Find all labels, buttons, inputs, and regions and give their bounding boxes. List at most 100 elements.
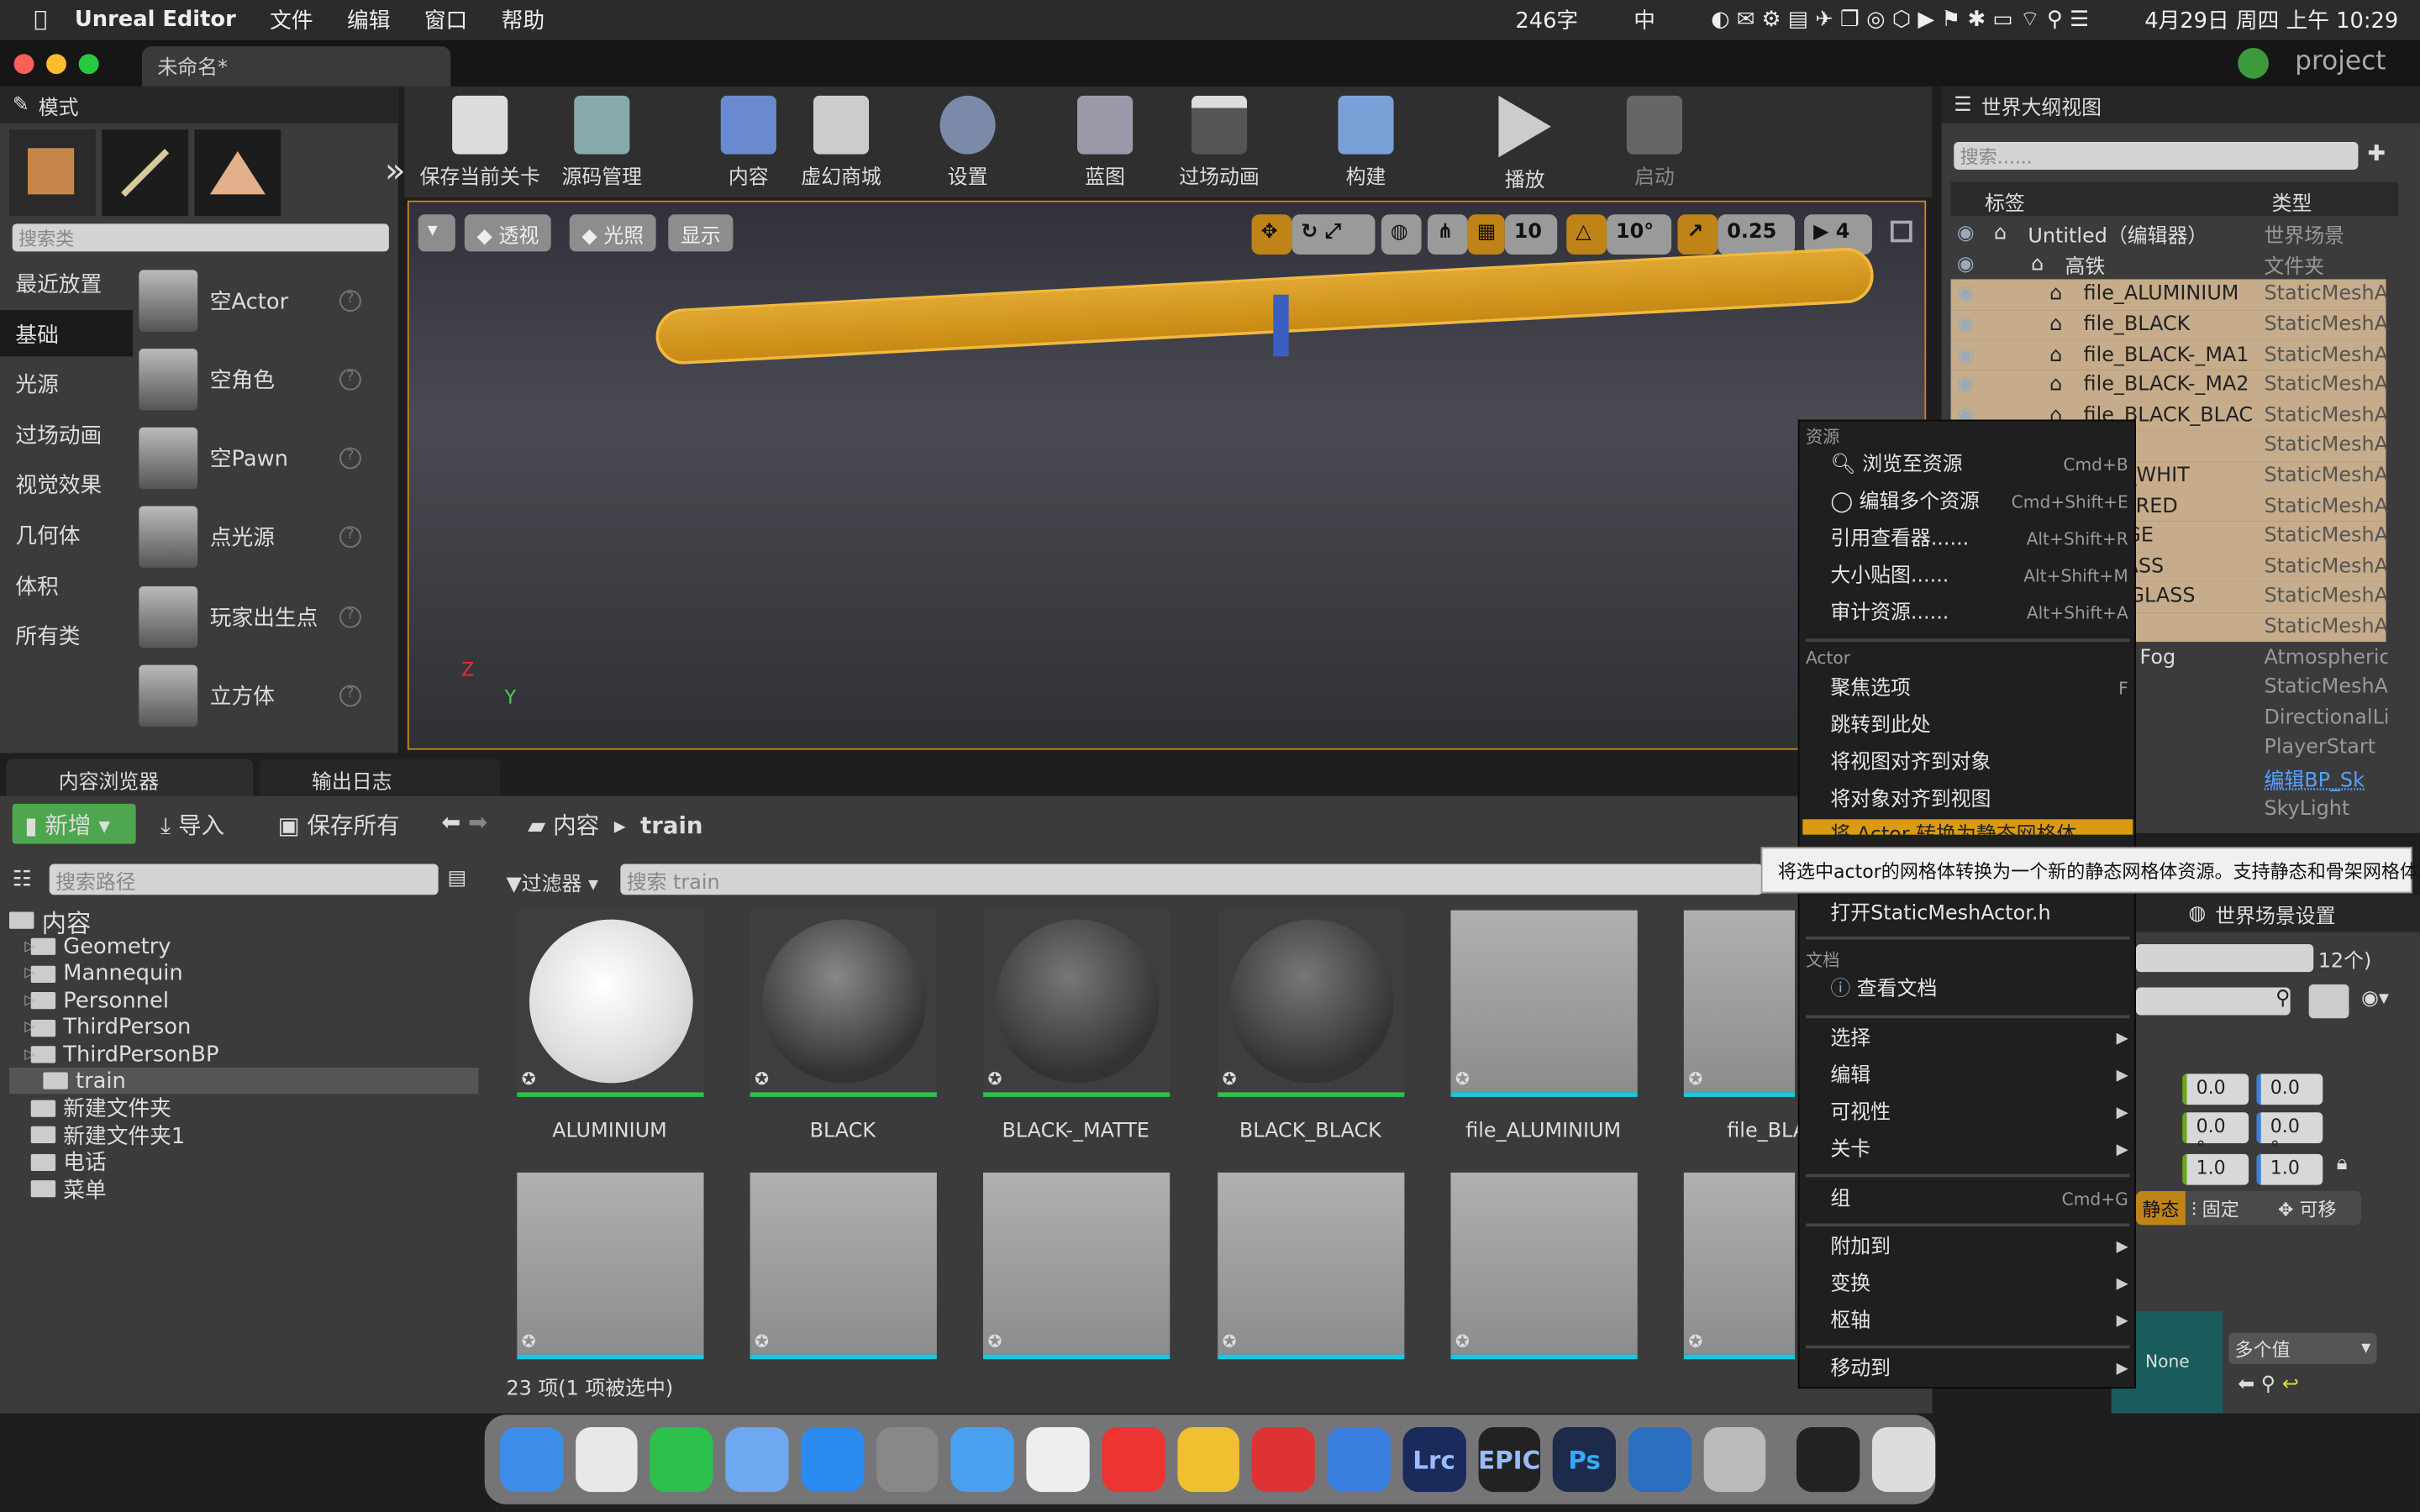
help-icon[interactable]: ? [339,290,361,312]
menu-view-docs[interactable]: ⓘ 查看文档 [1830,974,2128,1007]
output-log-tab[interactable]: 输出日志 [259,759,501,796]
content-browser-tab[interactable]: 内容浏览器 [6,759,254,796]
outliner-tab[interactable]: ☰ 世界大纲视图 [1941,86,2420,123]
menu-audit-assets[interactable]: 审计资源...... Alt+Shift+A [1830,597,2128,631]
rotation-snap-toggle[interactable]: △ [1566,214,1607,255]
translate-tool-icon[interactable]: ✥ [1251,214,1292,255]
dock-chrome-icon[interactable] [1026,1426,1090,1493]
path-search-input[interactable]: 搜索路径 [49,864,439,895]
wordcount[interactable]: 246字 [1515,5,1578,36]
grid-view-icon[interactable] [2308,984,2349,1019]
menu-visibility[interactable]: 可视性 ▶ [1830,1097,2128,1131]
expand-arrow-icon[interactable]: ▷ [24,1047,35,1062]
location-z-field[interactable]: 0.0 [2256,1074,2323,1105]
close-button[interactable] [13,54,34,75]
new-button[interactable]: ▮ 新增 ▾ [12,803,136,844]
menu-browse-to-asset[interactable]: 🔍︎ 浏览至资源 Cmd+B [1830,449,2128,482]
menu-snap-view-to-object[interactable]: 将视图对齐到对象 [1830,747,2128,780]
cinematics-button[interactable]: 过场动画 [1150,92,1288,192]
place-item-empty-character[interactable]: 空角色? [139,344,371,415]
folder-tree-item[interactable]: ▷ Personnel [24,988,169,1014]
dock-finder-icon[interactable] [500,1426,563,1493]
menu-convert-to-static-mesh[interactable]: 将 Actor 转换为静态网格体 [1830,819,2128,835]
menu-group[interactable]: 组 Cmd+G [1830,1184,2128,1217]
expand-arrow-icon[interactable]: ▷ [24,939,35,954]
mobility-stationary[interactable]: ⫶ 固定 [2186,1191,2272,1225]
asset-tile[interactable]: ✪ [982,910,1171,1097]
asset-tile[interactable]: ✪ [1218,910,1405,1097]
place-item-cube[interactable]: 立方体? [139,660,371,731]
source-control-button[interactable]: 源码管理 [533,92,671,192]
asset-tile[interactable]: ✪ [1218,1172,1405,1360]
visibility-eye-icon[interactable]: ◉ [1957,223,1975,246]
folder-tree-item[interactable]: ▷ ThirdPersonBP [24,1042,218,1068]
help-icon[interactable]: ? [339,447,361,470]
place-mode-icon[interactable] [9,129,96,217]
rotation-z-field[interactable]: 0.0 ° [2256,1112,2323,1158]
place-item-point-light[interactable]: 点光源? [139,501,371,572]
crumb-train[interactable]: train [640,811,702,839]
expand-arrow-icon[interactable]: ▷ [24,966,35,981]
menu-transform[interactable]: 变换 ▶ [1830,1268,2128,1302]
dock-preview-icon[interactable] [1703,1426,1767,1493]
dock-launchpad-icon[interactable] [575,1426,639,1493]
place-item-player-start[interactable]: 玩家出生点? [139,581,371,652]
place-item-empty-actor[interactable]: 空Actor? [139,265,371,336]
folder-tree-item[interactable]: 内容 [9,907,91,937]
dock-mail-icon[interactable] [1252,1426,1316,1493]
menu-file[interactable]: 文件 [270,5,313,36]
clock[interactable]: 4月29日 周四 上午 10:29 [2144,5,2398,36]
menu-snap-here[interactable]: 跳转到此处 [1830,710,2128,743]
grid-snap-toggle[interactable]: ▦ [1467,214,1505,255]
world-settings-tab[interactable]: ◍ 世界场景设置 [2135,895,2420,932]
material-actions[interactable]: ⬅ ⚲ ↩ [2238,1373,2299,1397]
menu-attach-to[interactable]: 附加到 ▶ [1830,1231,2128,1265]
world-space-icon[interactable]: ◍ [1381,214,1422,255]
menu-level[interactable]: 关卡 ▶ [1830,1134,2128,1168]
filter-button[interactable]: ▼过滤器 ▾ [506,867,598,897]
ime-indicator[interactable]: 中 [1634,5,1655,36]
help-icon[interactable]: ? [339,606,361,628]
status-icons[interactable]: ◐ ✉ ⚙ ▤ ✈ ❐ ◎ ⬡ ▶ ⚑ ✱ ▭ ⌔ ⚲ ☰ [1711,6,2089,34]
dock-ps-icon[interactable]: Ps [1553,1426,1617,1493]
menu-snap-object-to-view[interactable]: 将对象对齐到视图 [1830,784,2128,817]
asset-tile[interactable]: ✪ [517,910,704,1097]
folder-tree-item[interactable]: 电话 [30,1149,107,1176]
folder-tree-item[interactable]: 新建文件夹1 [30,1122,185,1149]
settings-button[interactable]: 设置 [898,92,1037,192]
asset-tile[interactable]: ✪ [1683,1172,1796,1360]
visibility-eye-icon[interactable]: ◉ [1957,253,1975,276]
visibility-eye-icon[interactable]: ◉ [1957,313,1975,337]
menu-edit[interactable]: 编辑 [347,5,390,36]
help-icon[interactable]: ? [339,526,361,549]
crumb-content[interactable]: 内容 [553,811,599,839]
transform-gizmo[interactable] [1273,294,1289,357]
outliner-row[interactable]: ◉ ⌂ Untitled（编辑器） 世界场景 [1951,219,2386,249]
import-button[interactable]: ⤓ 导入 [160,808,224,841]
asset-tile[interactable]: ✪ [1450,1172,1638,1360]
dock-trash-icon[interactable] [1872,1426,1936,1493]
maximize-viewport-icon[interactable] [1890,220,1912,243]
asset-tile[interactable]: ✪ [517,1172,704,1360]
rotation-y-field[interactable]: 0.0 ° [2182,1112,2249,1158]
category-cinematic[interactable]: 过场动画 [0,411,133,457]
expand-arrow-icon[interactable]: ▷ [24,993,35,1008]
category-volumes[interactable]: 体积 [0,562,133,608]
scale-snap-toggle[interactable]: ↗ [1677,214,1718,255]
dock-lrc-icon[interactable]: Lrc [1402,1426,1466,1493]
details-search-input[interactable]: ⚲ [2135,987,2291,1016]
menu-reference-viewer[interactable]: 引用查看器...... Alt+Shift+R [1830,523,2128,557]
help-icon[interactable]: ? [339,685,361,707]
lighting-button[interactable]: ◆ 光照 [569,214,656,252]
scale-z-field[interactable]: 1.0 [2256,1153,2323,1185]
scale-lock-icon[interactable]: 🔒︎ [2337,1152,2348,1176]
level-viewport[interactable]: ▾ ◆ 透视 ◆ 光照 显示 ✥ ↻ ⤢ ◍ ⋔ ▦ 10 △ 10° ↗ 0.… [407,200,1927,750]
level-tab[interactable]: 未命名* [141,46,451,87]
category-visual-effects[interactable]: 视觉效果 [0,459,133,506]
category-recent[interactable]: 最近放置 [0,260,133,306]
build-button[interactable]: 构建 [1297,92,1435,192]
expand-arrow-icon[interactable]: ▷ [24,1020,35,1035]
visibility-eye-icon[interactable]: ◉ [1957,344,1975,367]
add-icon[interactable]: ✚ [2367,142,2386,166]
modes-tab[interactable]: ✎ 模式 [0,86,398,123]
